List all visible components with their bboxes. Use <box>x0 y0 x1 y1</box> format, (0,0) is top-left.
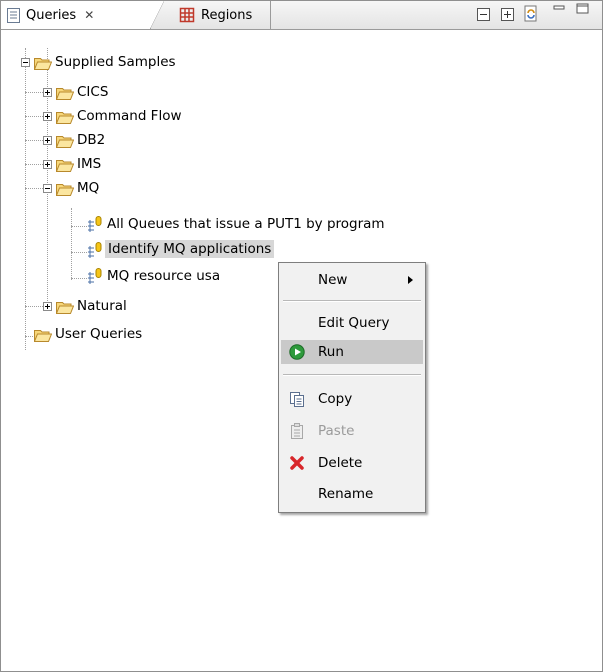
menu-item-paste[interactable]: Paste <box>281 419 423 443</box>
tab-queries[interactable]: Queries ✕ <box>1 1 164 29</box>
menu-separator <box>283 300 421 302</box>
queries-view: Queries ✕ Regions Supplied Samples CICS … <box>0 0 603 672</box>
tree-guide-line <box>71 226 87 227</box>
folder-open-icon <box>56 302 74 314</box>
run-icon <box>289 344 305 360</box>
query-icon <box>88 268 102 284</box>
menu-item-rename-label: Rename <box>318 486 374 502</box>
link-with-editor-icon[interactable] <box>523 5 539 23</box>
paste-icon <box>291 423 303 439</box>
tree-item-supplied-samples[interactable]: Supplied Samples <box>55 54 176 70</box>
menu-item-run-label: Run <box>318 344 344 360</box>
menu-separator <box>283 374 421 376</box>
expand-toggle-db2[interactable] <box>43 136 52 145</box>
tree-item-command-flow[interactable]: Command Flow <box>77 108 182 124</box>
tree-guide-line <box>25 164 43 165</box>
tree-guide-line <box>71 252 87 253</box>
tab-queries-label: Queries <box>26 7 77 23</box>
tree-guide-line <box>47 48 48 307</box>
expand-toggle-command-flow[interactable] <box>43 112 52 121</box>
tree-guide-line <box>25 92 43 93</box>
tree-item-db2[interactable]: DB2 <box>77 132 105 148</box>
collapse-toggle-supplied-samples[interactable] <box>21 58 30 67</box>
tree-item-cics[interactable]: CICS <box>77 84 108 100</box>
menu-item-edit-query-label: Edit Query <box>318 315 390 331</box>
folder-open-icon <box>56 88 74 100</box>
tab-regions-label: Regions <box>201 7 253 23</box>
folder-open-icon <box>56 160 74 172</box>
queries-tab-icon <box>7 7 20 23</box>
folder-open-icon <box>56 184 74 196</box>
collapse-toggle-mq[interactable] <box>43 184 52 193</box>
tree-guide-line <box>71 278 87 279</box>
collapse-all-icon[interactable] <box>477 8 490 21</box>
folder-open-icon <box>34 330 52 342</box>
tree-item-natural[interactable]: Natural <box>77 298 127 314</box>
expand-toggle-natural[interactable] <box>43 302 52 311</box>
tree-item-mq-resource-usage[interactable]: MQ resource usa <box>107 268 220 284</box>
folder-open-icon <box>56 136 74 148</box>
submenu-arrow-icon <box>408 276 413 284</box>
menu-item-rename[interactable]: Rename <box>281 482 423 506</box>
tree-guide-line <box>25 48 26 350</box>
tree-item-mq[interactable]: MQ <box>77 180 99 196</box>
close-icon[interactable]: ✕ <box>84 8 94 22</box>
context-menu: New Edit Query Run Copy Paste Delete Ren… <box>278 262 426 513</box>
tree-item-ims[interactable]: IMS <box>77 156 101 172</box>
menu-item-new-label: New <box>318 272 348 288</box>
tree-guide-line <box>71 208 72 280</box>
delete-icon <box>290 456 304 470</box>
menu-item-delete[interactable]: Delete <box>281 451 423 475</box>
expand-toggle-cics[interactable] <box>43 88 52 97</box>
menu-item-copy[interactable]: Copy <box>281 387 423 411</box>
menu-item-delete-label: Delete <box>318 455 363 471</box>
tree-item-all-queues-put1[interactable]: All Queues that issue a PUT1 by program <box>107 216 385 232</box>
tree-guide-line <box>25 140 43 141</box>
tree-item-identify-mq-applications[interactable]: Identify MQ applications <box>105 240 275 258</box>
folder-open-icon <box>56 112 74 124</box>
menu-item-paste-label: Paste <box>318 423 355 439</box>
query-icon <box>88 216 102 232</box>
maximize-icon[interactable] <box>576 3 592 15</box>
tree-guide-line <box>25 188 43 189</box>
menu-item-copy-label: Copy <box>318 391 353 407</box>
menu-item-edit-query[interactable]: Edit Query <box>281 311 423 335</box>
tree-item-user-queries[interactable]: User Queries <box>55 326 142 342</box>
tree-guide-line <box>25 306 43 307</box>
minimize-icon[interactable] <box>553 3 567 13</box>
copy-icon <box>290 392 304 407</box>
menu-item-run[interactable]: Run <box>281 340 423 364</box>
expand-all-icon[interactable] <box>501 8 514 21</box>
tree-guide-line <box>25 116 43 117</box>
view-tab-bar: Queries ✕ Regions <box>1 1 602 30</box>
folder-open-icon <box>34 58 52 70</box>
regions-icon <box>179 7 195 23</box>
menu-item-new[interactable]: New <box>281 268 423 292</box>
expand-toggle-ims[interactable] <box>43 160 52 169</box>
query-icon <box>88 242 102 258</box>
tab-regions[interactable]: Regions <box>165 1 271 29</box>
